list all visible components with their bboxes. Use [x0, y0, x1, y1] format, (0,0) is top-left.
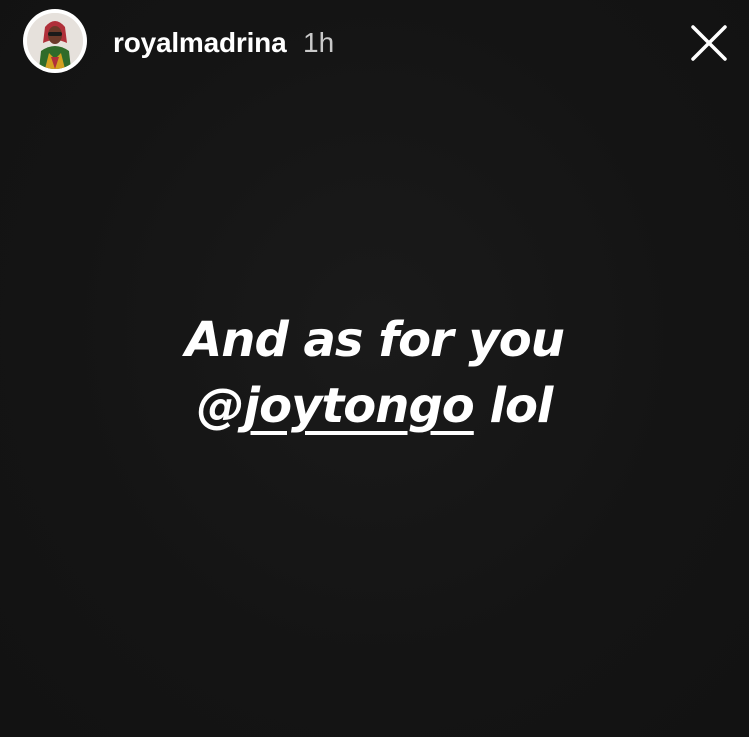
close-icon [691, 25, 727, 61]
mention-link[interactable]: joytongo [244, 378, 475, 434]
caption-line-2: @joytongo lol [0, 373, 749, 439]
close-button[interactable] [686, 20, 732, 66]
avatar-photo [27, 13, 83, 69]
story-header: royalmadrina 1h [0, 0, 749, 86]
mention-at-sign: @ [196, 378, 245, 434]
username[interactable]: royalmadrina [113, 27, 287, 59]
story-viewer: royalmadrina 1h And as for you @joytongo… [0, 0, 749, 737]
caption-suffix: lol [473, 378, 553, 434]
avatar[interactable] [23, 9, 87, 73]
caption-line-1: And as for you [185, 312, 565, 368]
story-caption: And as for you @joytongo lol [0, 307, 749, 439]
profile-photo-icon [27, 13, 83, 69]
post-timestamp: 1h [303, 27, 335, 58]
